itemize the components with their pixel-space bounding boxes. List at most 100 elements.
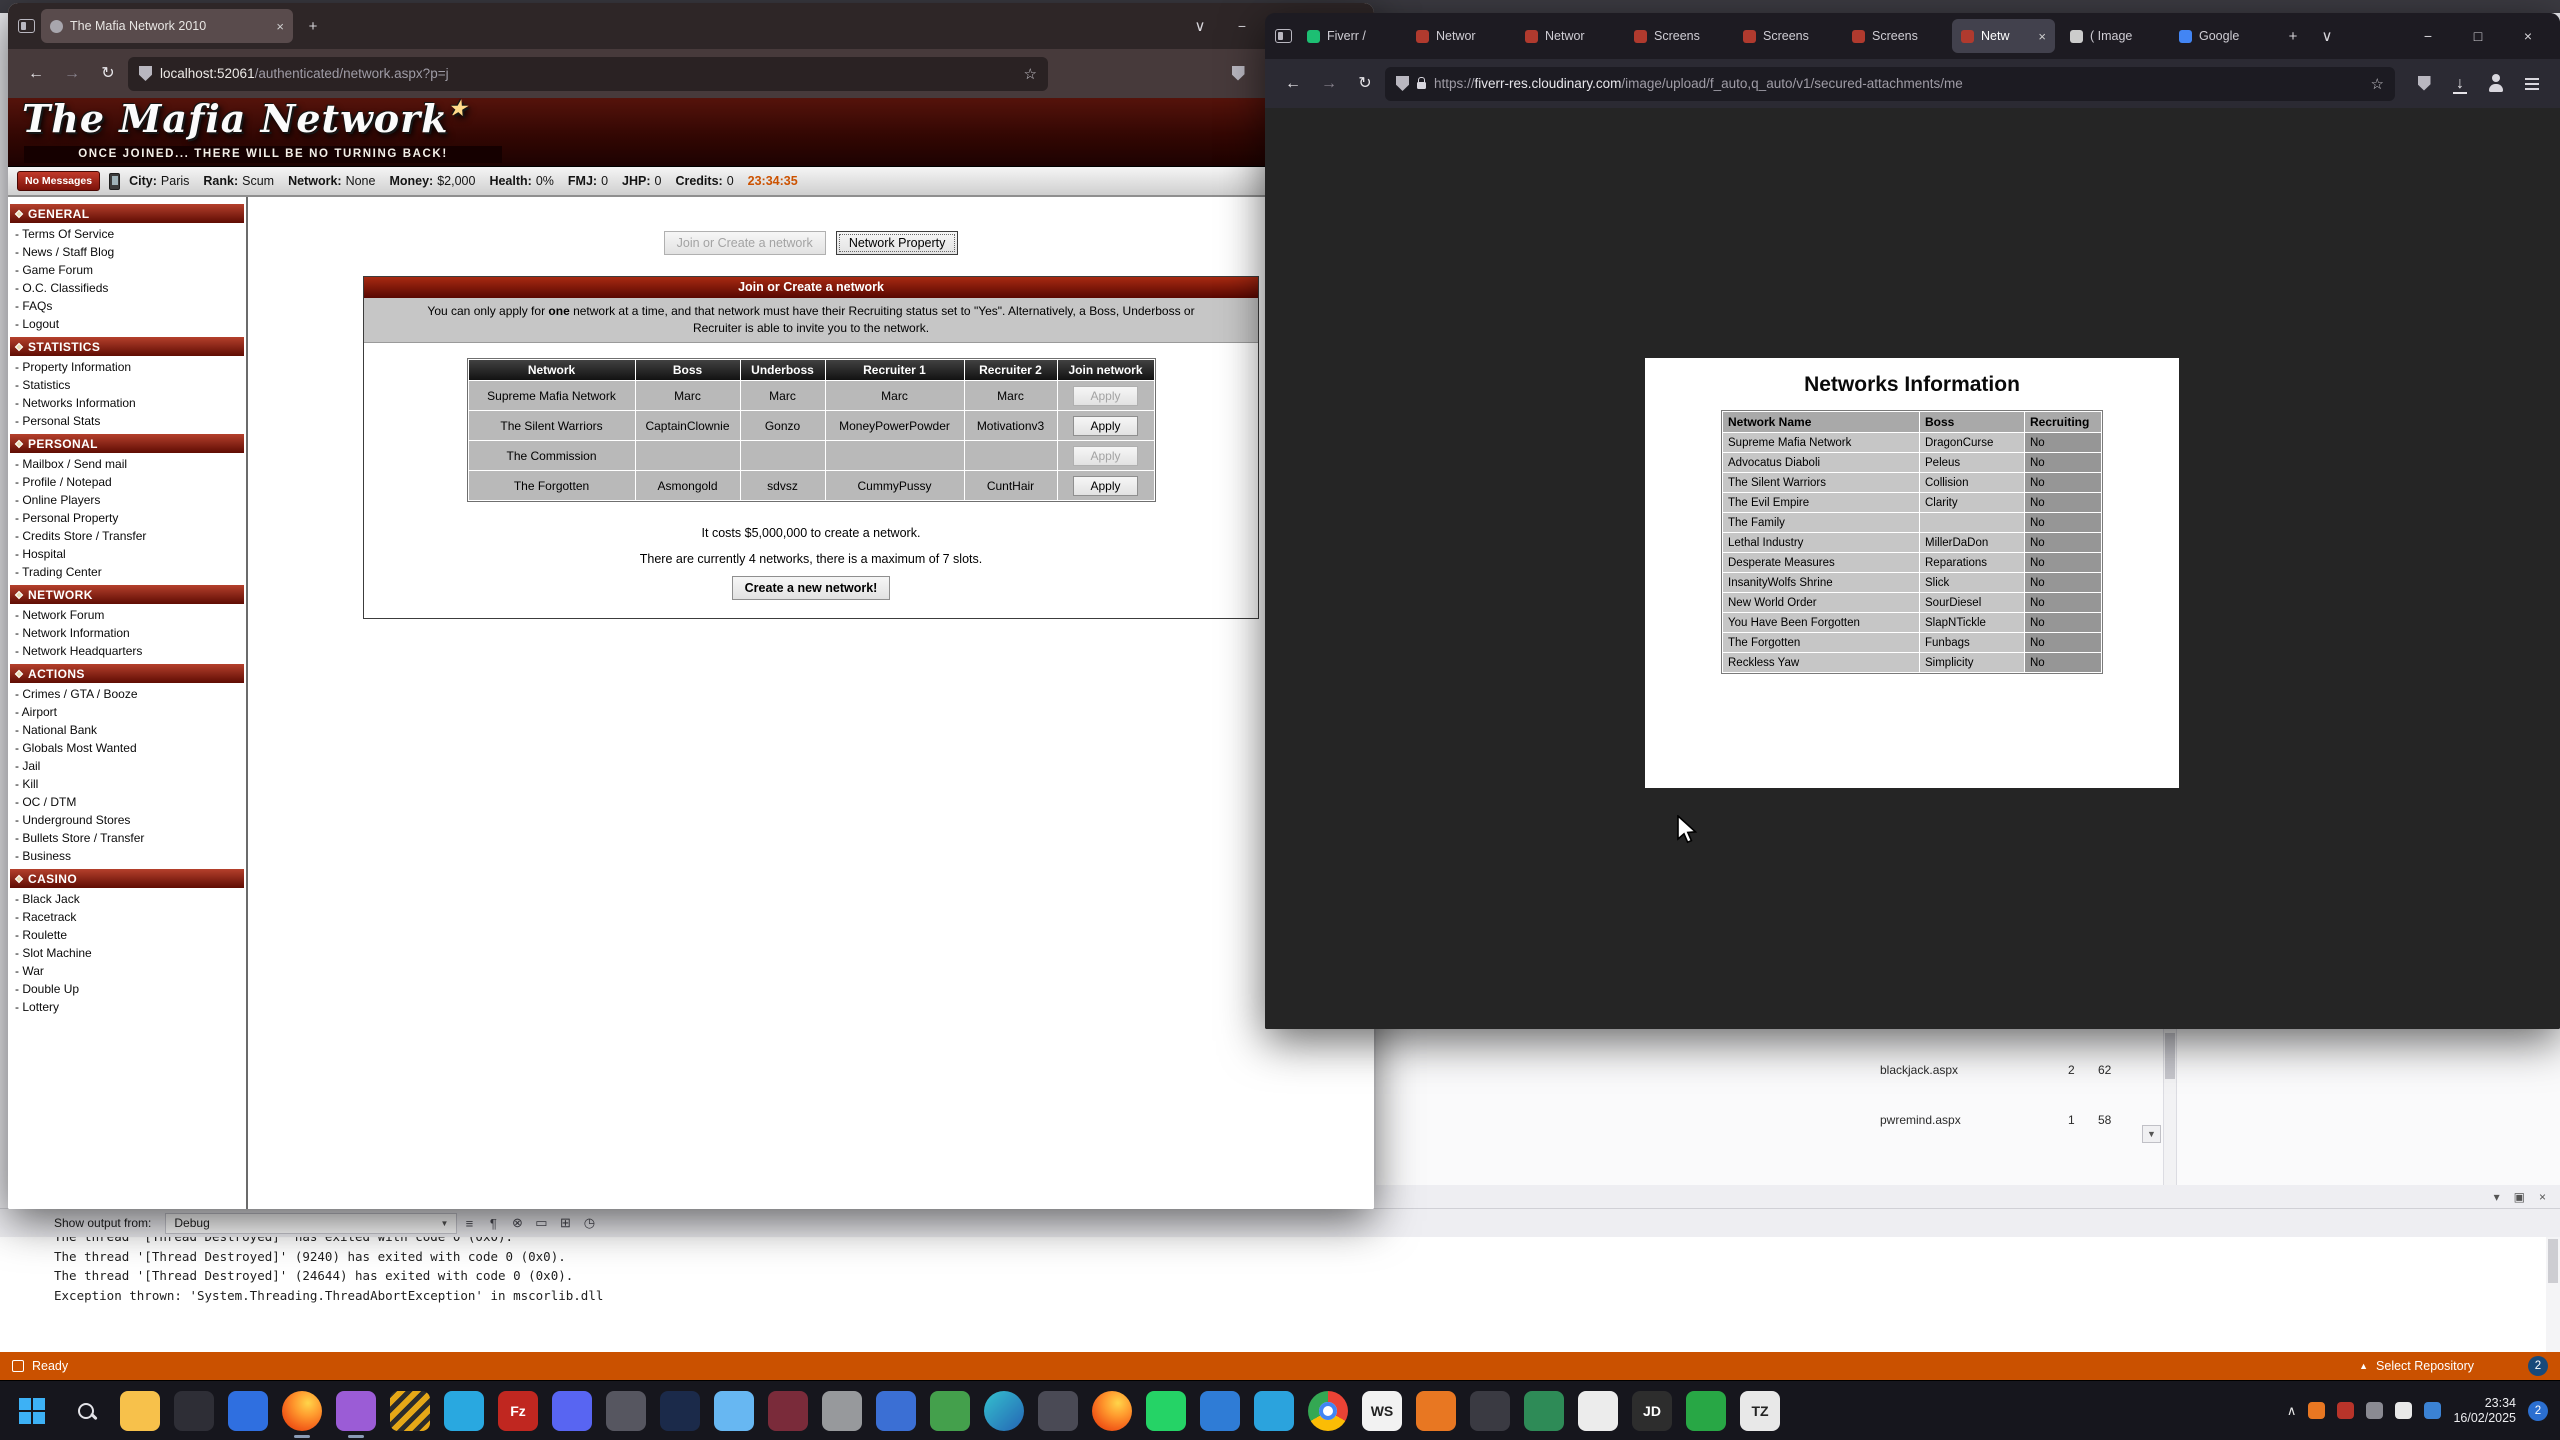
viewed-image[interactable]: Networks Information Network Name Boss R… [1645, 358, 2179, 788]
clear-all-icon[interactable]: ⊗ [505, 1215, 529, 1231]
taskbar-icon-edge[interactable] [984, 1391, 1024, 1431]
tab-screenshot-2[interactable]: Screens [1734, 19, 1837, 53]
account-icon[interactable] [2480, 69, 2512, 99]
tab-fiverr[interactable]: Fiverr / [1298, 19, 1401, 53]
sidebar-link[interactable]: Double Up [8, 980, 246, 998]
menu-icon[interactable] [2516, 69, 2548, 99]
notification-count-badge[interactable]: 2 [2528, 1401, 2548, 1421]
minimize-button[interactable]: − [1220, 10, 1264, 42]
sidebar-link[interactable]: Terms Of Service [8, 225, 246, 243]
taskbar-icon-app-green[interactable] [930, 1391, 970, 1431]
taskbar-icon-app-orange[interactable] [1416, 1391, 1456, 1431]
sidebar-link[interactable]: Globals Most Wanted [8, 739, 246, 757]
tray-icon-2[interactable] [2337, 1402, 2354, 1419]
tab-screenshot-3[interactable]: Screens [1843, 19, 1946, 53]
sidebar-link[interactable]: FAQs [8, 297, 246, 315]
sidebar-link[interactable]: Credits Store / Transfer [8, 527, 246, 545]
bookmark-star-icon[interactable]: ☆ [2371, 75, 2384, 93]
vs-file-row[interactable]: pwremind.aspx 1 58 [1880, 1113, 2111, 1127]
sidebar-link[interactable]: Personal Property [8, 509, 246, 527]
toggle-output-icon[interactable]: ▭ [529, 1215, 553, 1231]
forward-icon[interactable]: → [56, 59, 88, 89]
sidebar-link[interactable]: Hospital [8, 545, 246, 563]
taskbar-icon-paint[interactable] [876, 1391, 916, 1431]
scrollbar[interactable] [2163, 1029, 2177, 1185]
taskbar-icon-gimp[interactable] [822, 1391, 862, 1431]
taskbar-icon-file-explorer[interactable] [120, 1391, 160, 1431]
taskbar-icon-app-blue[interactable] [228, 1391, 268, 1431]
apply-button[interactable]: Apply [1073, 476, 1137, 496]
taskbar-icon-firefox-2[interactable] [1092, 1391, 1132, 1431]
taskbar-clock[interactable]: 23:34 16/02/2025 [2453, 1396, 2516, 1426]
sidebar-link[interactable]: Roulette [8, 926, 246, 944]
sidebar-link[interactable]: Underground Stores [8, 811, 246, 829]
taskbar-icon-phone-app[interactable] [1686, 1391, 1726, 1431]
tray-icon-1[interactable] [2308, 1402, 2325, 1419]
taskbar-icon-telegram[interactable] [1254, 1391, 1294, 1431]
list-tabs-icon[interactable]: ∨ [1186, 17, 1214, 35]
select-repository-button[interactable]: Select Repository [2376, 1359, 2474, 1373]
sidebar-link[interactable]: War [8, 962, 246, 980]
pin-panel-icon[interactable]: ▾ [2494, 1190, 2500, 1204]
word-wrap-icon[interactable]: ¶ [481, 1216, 505, 1231]
grid-icon[interactable]: ⊞ [553, 1215, 577, 1231]
maximize-panel-icon[interactable]: ▣ [2514, 1190, 2525, 1204]
new-tab-button[interactable]: + [299, 18, 327, 35]
list-tabs-icon[interactable]: ∨ [2313, 27, 2341, 45]
sidebar-link[interactable]: Network Information [8, 624, 246, 642]
taskbar-icon-app-charcoal[interactable] [1470, 1391, 1510, 1431]
back-icon[interactable]: ← [20, 59, 52, 89]
join-or-create-network-button[interactable]: Join or Create a network [664, 231, 826, 255]
close-panel-icon[interactable]: × [2539, 1190, 2546, 1204]
taskbar-icon-folder-app[interactable] [1038, 1391, 1078, 1431]
dropdown-arrow-icon[interactable]: ▼ [2142, 1125, 2161, 1143]
sidebar-link[interactable]: Network Forum [8, 606, 246, 624]
sidebar-link[interactable]: Airport [8, 703, 246, 721]
scrollbar[interactable] [2546, 1237, 2560, 1352]
minimize-button[interactable]: − [2406, 20, 2450, 52]
extension-shield-icon[interactable] [2408, 69, 2440, 99]
messages-icon[interactable]: ≡ [457, 1216, 481, 1231]
new-tab-button[interactable]: + [2279, 28, 2307, 45]
sidebar-link[interactable]: Game Forum [8, 261, 246, 279]
scrollbar-thumb[interactable] [2165, 1033, 2175, 1079]
forward-icon[interactable]: → [1313, 69, 1345, 99]
taskbar-icon-whatsapp[interactable] [1146, 1391, 1186, 1431]
maximize-button[interactable]: □ [2456, 20, 2500, 52]
taskbar-icon-search[interactable] [66, 1391, 106, 1431]
taskbar-icon-filezilla[interactable]: Fz [498, 1391, 538, 1431]
vs-file-row[interactable]: blackjack.aspx 2 62 [1880, 1063, 2111, 1077]
sidebar-link[interactable]: National Bank [8, 721, 246, 739]
taskbar-icon-outlook[interactable] [1200, 1391, 1240, 1431]
taskbar-icon-ws-app[interactable]: WS [1362, 1391, 1402, 1431]
taskbar-icon-firefox[interactable] [282, 1391, 322, 1431]
taskbar-icon-chrome[interactable] [1308, 1391, 1348, 1431]
firefox-view-icon[interactable] [18, 19, 35, 33]
sidebar-link[interactable]: News / Staff Blog [8, 243, 246, 261]
sidebar-link[interactable]: Kill [8, 775, 246, 793]
no-messages-button[interactable]: No Messages [17, 171, 100, 191]
taskbar-icon-app-forest[interactable] [1524, 1391, 1564, 1431]
sidebar-link[interactable]: Jail [8, 757, 246, 775]
sidebar-link[interactable]: Personal Stats [8, 412, 246, 430]
sidebar-link[interactable]: Crimes / GTA / Booze [8, 685, 246, 703]
tab-google[interactable]: Google [2170, 19, 2273, 53]
firefox-view-icon[interactable] [1275, 29, 1292, 43]
url-bar[interactable]: https://fiverr-res.cloudinary.com/image/… [1385, 67, 2395, 101]
taskbar-icon-bee-app[interactable] [390, 1391, 430, 1431]
taskbar-icon-steam[interactable] [660, 1391, 700, 1431]
taskbar-icon-start[interactable] [12, 1391, 52, 1431]
tab-mafia-network[interactable]: The Mafia Network 2010 × [41, 9, 293, 43]
tab-image[interactable]: ( Image [2061, 19, 2164, 53]
tab-screenshot-1[interactable]: Screens [1625, 19, 1728, 53]
tracking-protection-icon[interactable] [139, 66, 152, 81]
tray-icon-3[interactable] [2366, 1402, 2383, 1419]
history-icon[interactable]: ◷ [577, 1215, 601, 1231]
close-button[interactable]: × [2506, 20, 2550, 52]
sidebar-link[interactable]: Profile / Notepad [8, 473, 246, 491]
apply-button[interactable]: Apply [1073, 386, 1137, 406]
taskbar-icon-visual-studio[interactable] [336, 1391, 376, 1431]
taskbar-icon-jdownloader[interactable]: JD [1632, 1391, 1672, 1431]
sidebar-link[interactable]: Slot Machine [8, 944, 246, 962]
network-property-button[interactable]: Network Property [836, 231, 959, 255]
